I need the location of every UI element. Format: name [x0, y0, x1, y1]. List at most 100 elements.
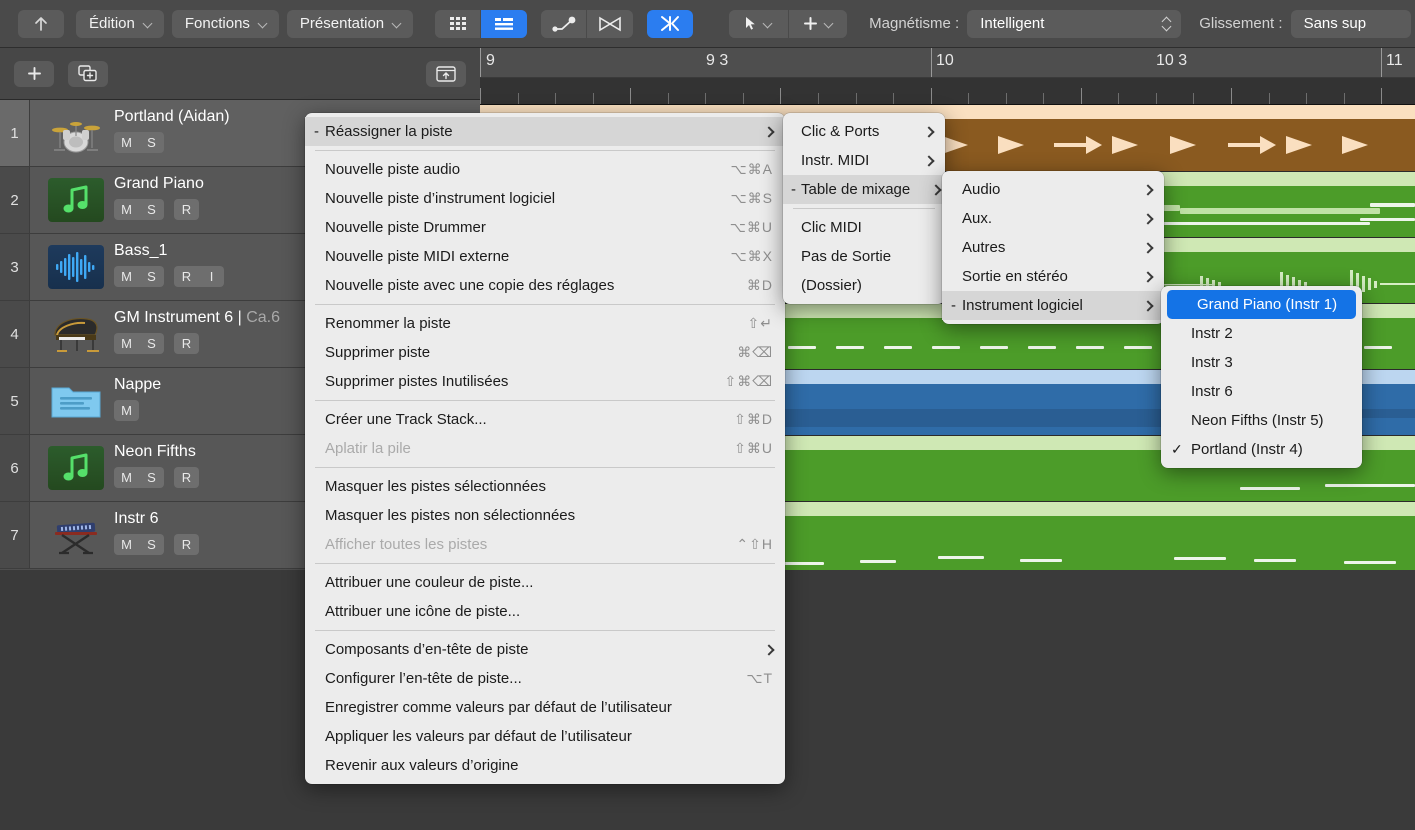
menu-item[interactable]: -Instrument logiciel — [942, 291, 1164, 320]
menu-item[interactable]: ✓Portland (Instr 4) — [1161, 435, 1362, 464]
menu-item-label: Afficher toutes les pistes — [325, 536, 708, 553]
timeline-ruler[interactable]: 9 9 3 10 10 3 11 — [480, 48, 1415, 78]
menu-item[interactable]: Instr. MIDI — [783, 146, 945, 175]
folder-icon[interactable] — [48, 379, 104, 423]
keyboard-stand-icon[interactable] — [48, 513, 104, 557]
menu-item[interactable]: Audio — [942, 175, 1164, 204]
drumkit-icon[interactable] — [48, 111, 104, 155]
menu-item[interactable]: Sortie en stéréo — [942, 262, 1164, 291]
track-button-s[interactable]: S — [139, 199, 164, 220]
track-button-r[interactable]: R — [174, 534, 199, 555]
track-button-r[interactable]: R — [174, 333, 199, 354]
chevron-right-icon — [1144, 184, 1152, 195]
menu-presentation-label: Présentation — [300, 15, 384, 32]
ruler-tick — [1193, 93, 1194, 104]
menu-edition[interactable]: Édition — [76, 10, 164, 38]
track-button-s[interactable]: S — [139, 467, 164, 488]
menu-item[interactable]: Instr 2 — [1161, 319, 1362, 348]
menu-item[interactable]: Revenir aux valeurs d’origine — [305, 751, 785, 780]
track-button-s[interactable]: S — [139, 266, 164, 287]
menu-item[interactable]: -Table de mixage — [783, 175, 945, 204]
waveform-icon[interactable] — [48, 245, 104, 289]
track-button-m[interactable]: M — [114, 534, 139, 555]
menu-item[interactable]: Aux. — [942, 204, 1164, 233]
software-instrument-submenu[interactable]: Grand Piano (Instr 1)Instr 2Instr 3Instr… — [1161, 286, 1362, 468]
track-button-r[interactable]: R — [174, 467, 199, 488]
menu-item[interactable]: Nouvelle piste audio⌥⌘A — [305, 155, 785, 184]
track-button-i[interactable]: I — [199, 266, 224, 287]
chevron-right-icon — [1144, 213, 1152, 224]
drag-value-popup[interactable]: Sans sup — [1291, 10, 1411, 38]
menu-item[interactable]: Configurer l’en-tête de piste...⌥T — [305, 664, 785, 693]
menu-separator — [315, 400, 775, 401]
music-note-icon[interactable] — [48, 446, 104, 490]
menu-item-shortcut: ⇧⌘U — [734, 440, 773, 457]
track-button-m[interactable]: M — [114, 199, 139, 220]
chevron-right-icon — [925, 126, 933, 137]
track-button-m[interactable]: M — [114, 266, 139, 287]
menu-item[interactable]: Masquer les pistes non sélectionnées — [305, 501, 785, 530]
menu-item[interactable]: Nouvelle piste MIDI externe⌥⌘X — [305, 242, 785, 271]
menu-item[interactable]: Grand Piano (Instr 1) — [1167, 290, 1356, 319]
track-button-m[interactable]: M — [114, 132, 139, 153]
menu-item[interactable]: Composants d’en-tête de piste — [305, 635, 785, 664]
list-view-button[interactable] — [481, 10, 527, 38]
menu-item[interactable]: Nouvelle piste d’instrument logiciel⌥⌘S — [305, 184, 785, 213]
menu-presentation[interactable]: Présentation — [287, 10, 413, 38]
track-button-s[interactable]: S — [139, 132, 164, 153]
menu-item-label: Clic & Ports — [801, 123, 903, 140]
track-button-m[interactable]: M — [114, 400, 139, 421]
menu-item[interactable]: Clic MIDI — [783, 213, 945, 242]
menu-item[interactable]: Nouvelle piste Drummer⌥⌘U — [305, 213, 785, 242]
reassign-track-submenu[interactable]: Clic & Ports Instr. MIDI-Table de mixage C… — [783, 113, 945, 304]
open-library-button[interactable] — [426, 61, 466, 87]
menu-item[interactable]: Enregistrer comme valeurs par défaut de … — [305, 693, 785, 722]
menu-item[interactable]: Instr 6 — [1161, 377, 1362, 406]
ruler-tick — [593, 93, 594, 104]
menu-separator — [793, 208, 935, 209]
menu-item[interactable]: Attribuer une icône de piste... — [305, 597, 785, 626]
menu-item[interactable]: Instr 3 — [1161, 348, 1362, 377]
ruler-bar-label: 9 3 — [706, 52, 728, 70]
menu-fonctions[interactable]: Fonctions — [172, 10, 279, 38]
menu-item[interactable]: Créer une Track Stack...⇧⌘D — [305, 405, 785, 434]
menu-item[interactable]: Clic & Ports — [783, 117, 945, 146]
mixer-submenu[interactable]: AudioAux.AutresSortie en stéréo-Instrume… — [942, 171, 1164, 324]
ruler-tick — [705, 93, 706, 104]
track-button-s[interactable]: S — [139, 333, 164, 354]
nav-up-button[interactable] — [18, 10, 64, 38]
menu-item[interactable]: Supprimer piste⌘⌫ — [305, 338, 785, 367]
menu-item[interactable]: Attribuer une couleur de piste... — [305, 568, 785, 597]
ruler-bar-label: 10 3 — [1156, 52, 1187, 70]
secondary-tool-button[interactable] — [789, 10, 847, 38]
menu-item[interactable]: -Réassigner la piste — [305, 117, 785, 146]
pointer-tool-button[interactable] — [729, 10, 789, 38]
grid-view-button[interactable] — [435, 10, 481, 38]
music-note-icon[interactable] — [48, 178, 104, 222]
track-button-m[interactable]: M — [114, 333, 139, 354]
flex-time-button[interactable] — [587, 10, 633, 38]
track-button-r[interactable]: R — [174, 199, 199, 220]
snap-value-popup[interactable]: Intelligent — [967, 10, 1181, 38]
track-context-menu[interactable]: -Réassigner la piste Nouvelle piste audio… — [305, 113, 785, 784]
track-button-m[interactable]: M — [114, 467, 139, 488]
menu-item[interactable]: Supprimer pistes Inutilisées⇧⌘⌫ — [305, 367, 785, 396]
menu-item[interactable]: Autres — [942, 233, 1164, 262]
menu-item[interactable]: Pas de Sortie — [783, 242, 945, 271]
menu-item[interactable]: Renommer la piste⇧↵ — [305, 309, 785, 338]
menu-item-shortcut: ⌥⌘X — [731, 248, 773, 265]
menu-item-label: Supprimer pistes Inutilisées — [325, 373, 696, 390]
menu-item[interactable]: (Dossier) — [783, 271, 945, 300]
menu-item[interactable]: Appliquer les valeurs par défaut de l’ut… — [305, 722, 785, 751]
grand-piano-icon[interactable] — [48, 312, 104, 356]
fade-tool-button[interactable] — [647, 10, 693, 38]
menu-item[interactable]: Neon Fifths (Instr 5) — [1161, 406, 1362, 435]
track-button-r[interactable]: R — [174, 266, 199, 287]
menu-item-label: Neon Fifths (Instr 5) — [1191, 412, 1350, 429]
add-track-button[interactable] — [14, 61, 54, 87]
duplicate-track-button[interactable] — [68, 61, 108, 87]
track-button-s[interactable]: S — [139, 534, 164, 555]
automation-button[interactable] — [541, 10, 587, 38]
menu-item[interactable]: Nouvelle piste avec une copie des réglag… — [305, 271, 785, 300]
menu-item[interactable]: Masquer les pistes sélectionnées — [305, 472, 785, 501]
